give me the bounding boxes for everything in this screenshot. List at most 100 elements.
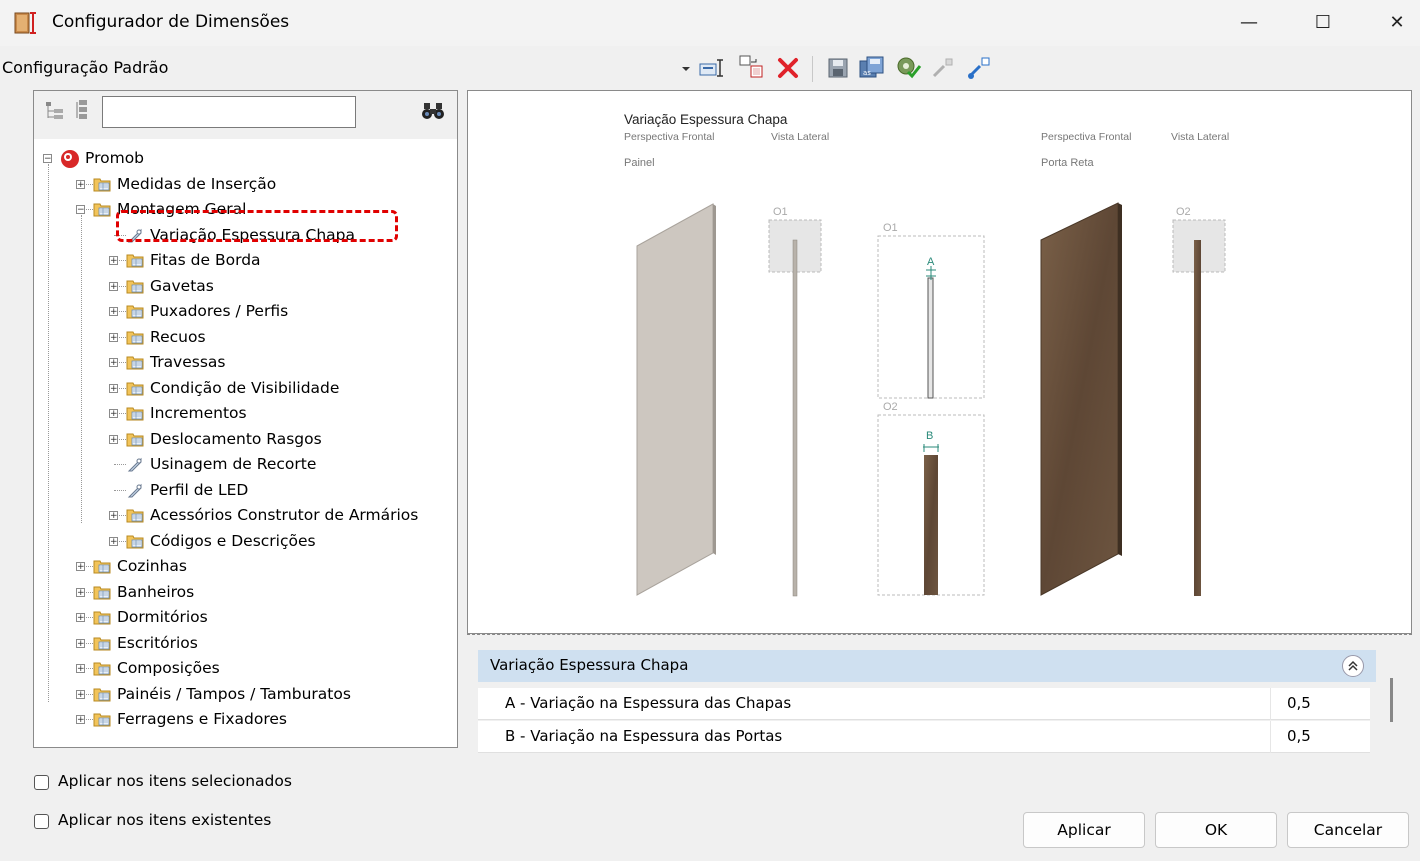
tree-item-label[interactable]: Composições <box>117 656 220 680</box>
folder-icon <box>126 405 144 421</box>
svg-text:as: as <box>863 69 871 77</box>
expand-all-icon[interactable] <box>74 98 92 124</box>
tree-search-input[interactable] <box>102 96 356 128</box>
property-divider <box>1270 688 1271 720</box>
folder-icon <box>126 431 144 447</box>
close-button[interactable]: ✕ <box>1374 6 1420 40</box>
promob-logo-icon <box>60 149 79 168</box>
collapse-all-icon[interactable] <box>44 100 66 122</box>
tree-item-label[interactable]: Condição de Visibilidade <box>150 376 339 400</box>
tree-item-label[interactable]: Puxadores / Perfis <box>150 299 288 323</box>
ok-button[interactable]: OK <box>1155 812 1277 848</box>
collapse-section-button[interactable] <box>1342 655 1364 677</box>
tree-expander[interactable]: + <box>76 689 85 699</box>
tree-expander[interactable]: − <box>76 205 85 215</box>
tree-expander[interactable]: + <box>109 281 118 291</box>
tree-expander[interactable]: + <box>76 664 85 674</box>
tree-item-label[interactable]: Incrementos <box>150 401 247 425</box>
double-chevron-up-icon <box>1348 660 1358 671</box>
tree-item-label[interactable]: Códigos e Descrições <box>150 529 316 553</box>
tree-item-label[interactable]: Medidas de Inserção <box>117 172 276 196</box>
apply-selected-checkbox[interactable] <box>34 775 49 790</box>
setting-item-icon <box>126 456 144 474</box>
tree-item-label[interactable]: Fitas de Borda <box>150 248 261 272</box>
tree-item-label[interactable]: Cozinhas <box>117 554 187 578</box>
tree-expander[interactable]: + <box>109 256 118 266</box>
tree-expander[interactable]: + <box>76 587 85 597</box>
apply-existing-label: Aplicar nos itens existentes <box>58 811 272 829</box>
tree-item-label[interactable]: Dormitórios <box>117 605 208 629</box>
preview-splitter[interactable] <box>467 634 1412 639</box>
tree-expander[interactable]: + <box>109 383 118 393</box>
tree-expander[interactable]: + <box>109 307 118 317</box>
folder-icon <box>93 686 111 702</box>
tree-expander[interactable]: + <box>109 434 118 444</box>
tree-item-label[interactable]: Painéis / Tampos / Tamburatos <box>117 682 351 706</box>
folder-icon <box>126 533 144 549</box>
maximize-button[interactable]: ☐ <box>1300 6 1346 40</box>
tree-connector <box>114 464 126 465</box>
property-scrollbar[interactable] <box>1390 678 1393 722</box>
tree-item-label[interactable]: Deslocamento Rasgos <box>150 427 322 451</box>
setting-item-icon <box>126 482 144 500</box>
tree-item-label[interactable]: Perfil de LED <box>150 478 248 502</box>
tree-item-label[interactable]: Acessórios Construtor de Armários <box>150 503 418 527</box>
delete-icon[interactable] <box>776 56 800 80</box>
property-label-plate-variation: A - Variação na Espessura das Chapas <box>505 694 792 712</box>
tree-expander[interactable]: + <box>109 511 118 521</box>
folder-icon <box>93 635 111 651</box>
tree-expander[interactable]: + <box>109 358 118 368</box>
property-value-plate-variation[interactable]: 0,5 <box>1287 694 1311 712</box>
copy-configuration-icon[interactable] <box>738 54 766 80</box>
window-title: Configurador de Dimensões <box>52 12 290 32</box>
tree-expander[interactable]: + <box>76 715 85 725</box>
apply-selected-label: Aplicar nos itens selecionados <box>58 772 292 790</box>
selection-highlight-annotation <box>116 210 398 242</box>
folder-icon <box>93 584 111 600</box>
settings-check-icon[interactable] <box>894 54 922 82</box>
folder-icon <box>126 354 144 370</box>
tree-expander[interactable]: + <box>76 613 85 623</box>
tree-item-label[interactable]: Travessas <box>150 350 226 374</box>
tree-expander[interactable]: − <box>43 154 52 164</box>
minimize-button[interactable]: — <box>1226 6 1272 40</box>
tree-item-label[interactable]: Escritórios <box>117 631 198 655</box>
new-configuration-icon[interactable] <box>698 56 726 80</box>
tree-item-label[interactable]: Recuos <box>150 325 206 349</box>
save-icon[interactable] <box>826 56 850 80</box>
import-icon[interactable] <box>966 55 992 81</box>
property-divider <box>1270 721 1271 753</box>
save-as-icon[interactable]: as <box>858 55 886 81</box>
folder-icon <box>93 609 111 625</box>
folder-icon <box>93 660 111 676</box>
tree-expander[interactable]: + <box>109 536 118 546</box>
tree-item-label[interactable]: Gavetas <box>150 274 214 298</box>
tree-item-label[interactable]: Ferragens e Fixadores <box>117 707 287 731</box>
tree-expander[interactable]: + <box>76 179 85 189</box>
folder-icon <box>93 711 111 727</box>
folder-icon <box>93 201 111 217</box>
tree-item-label[interactable]: Usinagem de Recorte <box>150 452 316 476</box>
tree-item-label[interactable]: Banheiros <box>117 580 194 604</box>
folder-icon <box>93 558 111 574</box>
property-section-title: Variação Espessura Chapa <box>490 656 689 674</box>
configuration-label: Configuração Padrão <box>2 58 169 77</box>
folder-icon <box>126 252 144 268</box>
tree-connector <box>81 215 82 523</box>
dropdown-arrow-icon[interactable] <box>680 60 692 76</box>
export-disabled-icon[interactable] <box>930 56 956 80</box>
tree-root-label[interactable]: Promob <box>85 146 144 170</box>
apply-existing-checkbox[interactable] <box>34 814 49 829</box>
app-icon <box>14 12 36 34</box>
tree-connector <box>48 164 49 702</box>
tree-expander[interactable]: + <box>76 562 85 572</box>
folder-icon <box>126 507 144 523</box>
tree-expander[interactable]: + <box>76 638 85 648</box>
tree-expander[interactable]: + <box>109 409 118 419</box>
binoculars-icon[interactable] <box>420 100 448 122</box>
tree-connector <box>114 489 126 491</box>
property-value-door-variation[interactable]: 0,5 <box>1287 727 1311 745</box>
tree-expander[interactable]: + <box>109 332 118 342</box>
apply-button[interactable]: Aplicar <box>1023 812 1145 848</box>
cancel-button[interactable]: Cancelar <box>1287 812 1409 848</box>
